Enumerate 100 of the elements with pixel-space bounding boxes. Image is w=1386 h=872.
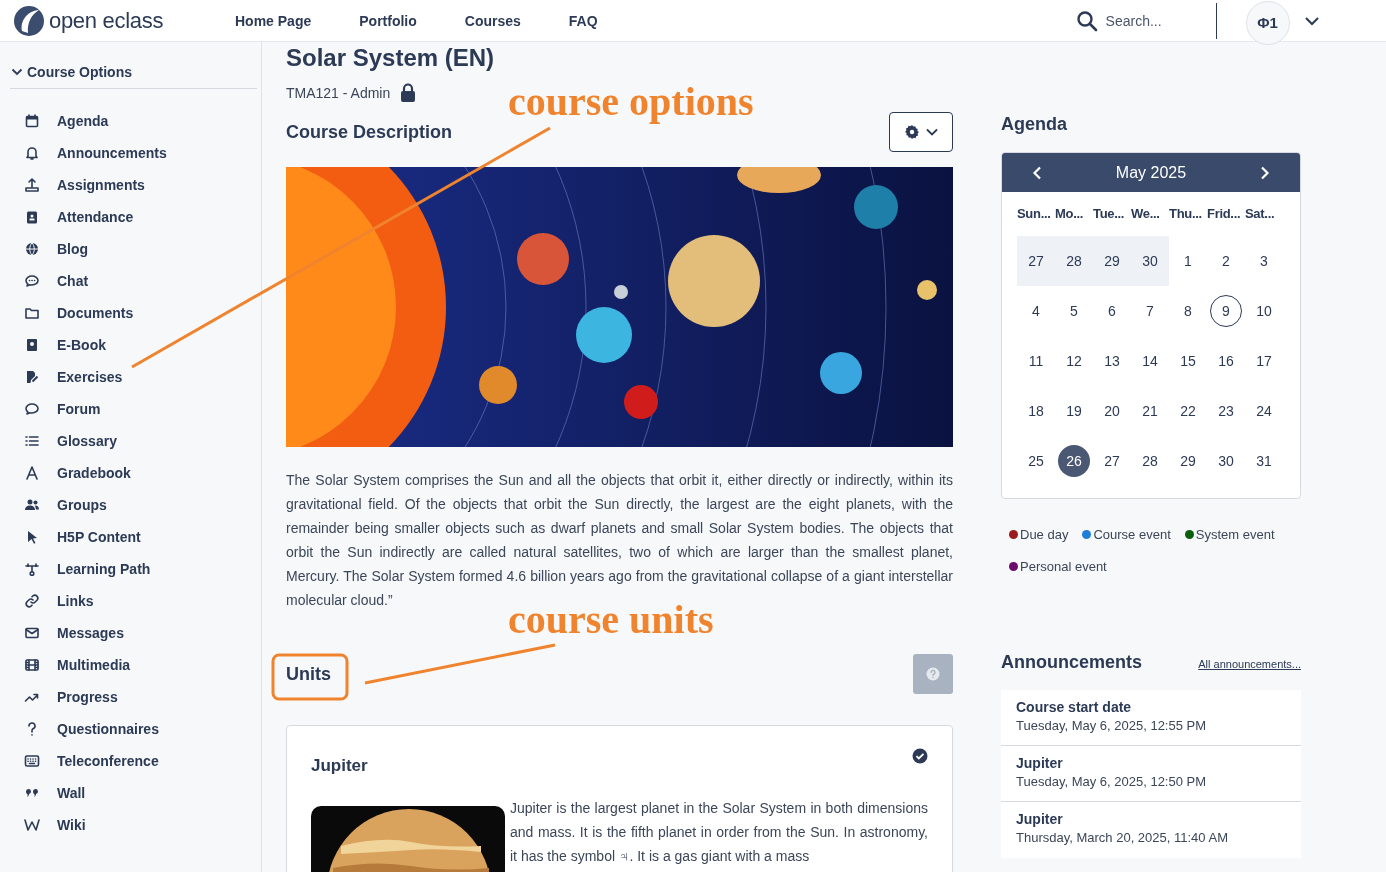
sidebar-item[interactable]: Questionnaires bbox=[10, 713, 257, 745]
announcement-item[interactable]: Course start date Tuesday, May 6, 2025, 12:55 PM bbox=[1001, 690, 1301, 746]
calendar-day[interactable]: 12 bbox=[1055, 336, 1093, 386]
calendar-day[interactable]: 27 bbox=[1017, 236, 1055, 286]
calendar-day[interactable]: 25 bbox=[1017, 436, 1055, 486]
calendar-month: May 2025 bbox=[1115, 163, 1187, 182]
calendar-day[interactable]: 14 bbox=[1131, 336, 1169, 386]
calendar-day[interactable]: 3 bbox=[1245, 236, 1283, 286]
announcement-title: Course start date bbox=[1016, 699, 1133, 715]
chevron-right-icon[interactable] bbox=[1260, 165, 1270, 180]
sidebar-item[interactable]: Documents bbox=[10, 297, 257, 329]
sidebar-item[interactable]: Messages bbox=[10, 617, 257, 649]
announcement-date: Tuesday, May 6, 2025, 12:50 PM bbox=[1016, 774, 1208, 789]
announcement-date: Thursday, March 20, 2025, 11:40 AM bbox=[1016, 830, 1229, 845]
sidebar-item[interactable]: Wall bbox=[10, 777, 257, 809]
announcement-item[interactable]: Jupiter Thursday, March 20, 2025, 11:40 AM bbox=[1001, 802, 1301, 858]
chevron-down-icon[interactable] bbox=[1303, 15, 1320, 26]
sidebar-item[interactable]: Glossary bbox=[10, 425, 257, 457]
sidebar-item[interactable]: Exercises bbox=[10, 361, 257, 393]
section-heading: Course Description bbox=[286, 121, 453, 143]
nav-link[interactable]: Home Page bbox=[235, 12, 312, 29]
sidebar-item[interactable]: Progress bbox=[10, 681, 257, 713]
calendar-day[interactable]: 11 bbox=[1017, 336, 1055, 386]
calendar-day[interactable]: 17 bbox=[1245, 336, 1283, 386]
calendar-day[interactable]: 22 bbox=[1169, 386, 1207, 436]
user-avatar[interactable]: Φ1 bbox=[1245, 0, 1290, 45]
calendar-day[interactable]: 28 bbox=[1131, 436, 1169, 486]
calendar-day[interactable]: 15 bbox=[1169, 336, 1207, 386]
chevron-down-icon bbox=[11, 66, 23, 78]
sidebar-item[interactable]: H5P Content bbox=[10, 521, 257, 553]
sidebar-item[interactable]: E-Book bbox=[10, 329, 257, 361]
sidebar-item[interactable]: Chat bbox=[10, 265, 257, 297]
speech-bubble-icon bbox=[24, 273, 40, 289]
globe-icon bbox=[24, 241, 40, 257]
calendar-day[interactable]: 5 bbox=[1055, 286, 1093, 336]
unit-title[interactable]: Jupiter bbox=[311, 756, 368, 776]
nav-link[interactable]: Portfolio bbox=[359, 12, 417, 29]
calendar-day[interactable]: 30 bbox=[1131, 236, 1169, 286]
sidebar-item[interactable]: Attendance bbox=[10, 201, 257, 233]
document-pen-icon bbox=[24, 369, 40, 385]
sidebar-item[interactable]: Announcements bbox=[10, 137, 257, 169]
calendar-day[interactable]: 30 bbox=[1207, 436, 1245, 486]
annotation-label: course options bbox=[508, 78, 754, 126]
calendar-day[interactable]: 31 bbox=[1245, 436, 1283, 486]
calendar-day[interactable]: 7 bbox=[1131, 286, 1169, 336]
sidebar-item[interactable]: Gradebook bbox=[10, 457, 257, 489]
calendar-day[interactable]: 24 bbox=[1245, 386, 1283, 436]
sidebar-item[interactable]: Multimedia bbox=[10, 649, 257, 681]
book-icon bbox=[24, 337, 40, 353]
calendar-day[interactable]: 20 bbox=[1093, 386, 1131, 436]
logo-text[interactable]: open eclass bbox=[49, 7, 164, 34]
calendar-day[interactable]: 8 bbox=[1169, 286, 1207, 336]
chevron-left-icon[interactable] bbox=[1032, 165, 1042, 180]
sidebar-item[interactable]: Groups bbox=[10, 489, 257, 521]
calendar-day[interactable]: 18 bbox=[1017, 386, 1055, 436]
sidebar-item[interactable]: Wiki bbox=[10, 809, 257, 841]
calendar-day[interactable]: 10 bbox=[1245, 286, 1283, 336]
legend-label: Personal event bbox=[1020, 558, 1107, 574]
sidebar-item[interactable]: Links bbox=[10, 585, 257, 617]
calendar-day[interactable]: 21 bbox=[1131, 386, 1169, 436]
agenda-heading: Agenda bbox=[1001, 114, 1068, 135]
sidebar-item[interactable]: Agenda bbox=[10, 105, 257, 137]
calendar-day[interactable]: 1 bbox=[1169, 236, 1207, 286]
weekday-label: Tue... bbox=[1093, 206, 1126, 223]
calendar-day[interactable]: 13 bbox=[1093, 336, 1131, 386]
sidebar-item[interactable]: Blog bbox=[10, 233, 257, 265]
calendar-day[interactable]: 4 bbox=[1017, 286, 1055, 336]
sidebar-item[interactable]: Assignments bbox=[10, 169, 257, 201]
calendar-day[interactable]: 16 bbox=[1207, 336, 1245, 386]
all-announcements-link[interactable]: All announcements... bbox=[1198, 658, 1301, 670]
sidebar-item[interactable]: Learning Path bbox=[10, 553, 257, 585]
course-code: TMA121 - Admin bbox=[286, 84, 391, 101]
legend-label: Due day bbox=[1020, 526, 1069, 542]
upload-icon bbox=[24, 177, 40, 193]
calendar-day[interactable]: 6 bbox=[1093, 286, 1131, 336]
network-icon bbox=[24, 561, 40, 577]
calendar-day[interactable]: 9 bbox=[1207, 286, 1245, 336]
help-icon bbox=[926, 667, 940, 681]
calendar-day[interactable]: 29 bbox=[1093, 236, 1131, 286]
settings-button[interactable] bbox=[889, 112, 953, 152]
letter-a-icon bbox=[24, 465, 40, 481]
calendar-day[interactable]: 19 bbox=[1055, 386, 1093, 436]
logo-icon bbox=[13, 4, 45, 37]
calendar-day[interactable]: 28 bbox=[1055, 236, 1093, 286]
course-options-toggle[interactable]: Course Options bbox=[10, 42, 257, 89]
calendar-icon bbox=[24, 113, 40, 129]
search-icon[interactable] bbox=[1075, 9, 1098, 32]
announcement-title: Jupiter bbox=[1016, 811, 1064, 827]
sidebar-item[interactable]: Forum bbox=[10, 393, 257, 425]
calendar-day[interactable]: 23 bbox=[1207, 386, 1245, 436]
announcement-item[interactable]: Jupiter Tuesday, May 6, 2025, 12:50 PM bbox=[1001, 746, 1301, 802]
calendar-day[interactable]: 29 bbox=[1169, 436, 1207, 486]
announcement-date: Tuesday, May 6, 2025, 12:55 PM bbox=[1016, 718, 1208, 733]
calendar-day[interactable]: 2 bbox=[1207, 236, 1245, 286]
calendar-day[interactable]: 26 bbox=[1055, 436, 1093, 486]
search-field[interactable]: Search... bbox=[1103, 11, 1208, 30]
nav-link[interactable]: FAQ bbox=[568, 12, 598, 29]
calendar-day[interactable]: 27 bbox=[1093, 436, 1131, 486]
nav-link[interactable]: Courses bbox=[464, 12, 521, 29]
sidebar-item[interactable]: Teleconference bbox=[10, 745, 257, 777]
